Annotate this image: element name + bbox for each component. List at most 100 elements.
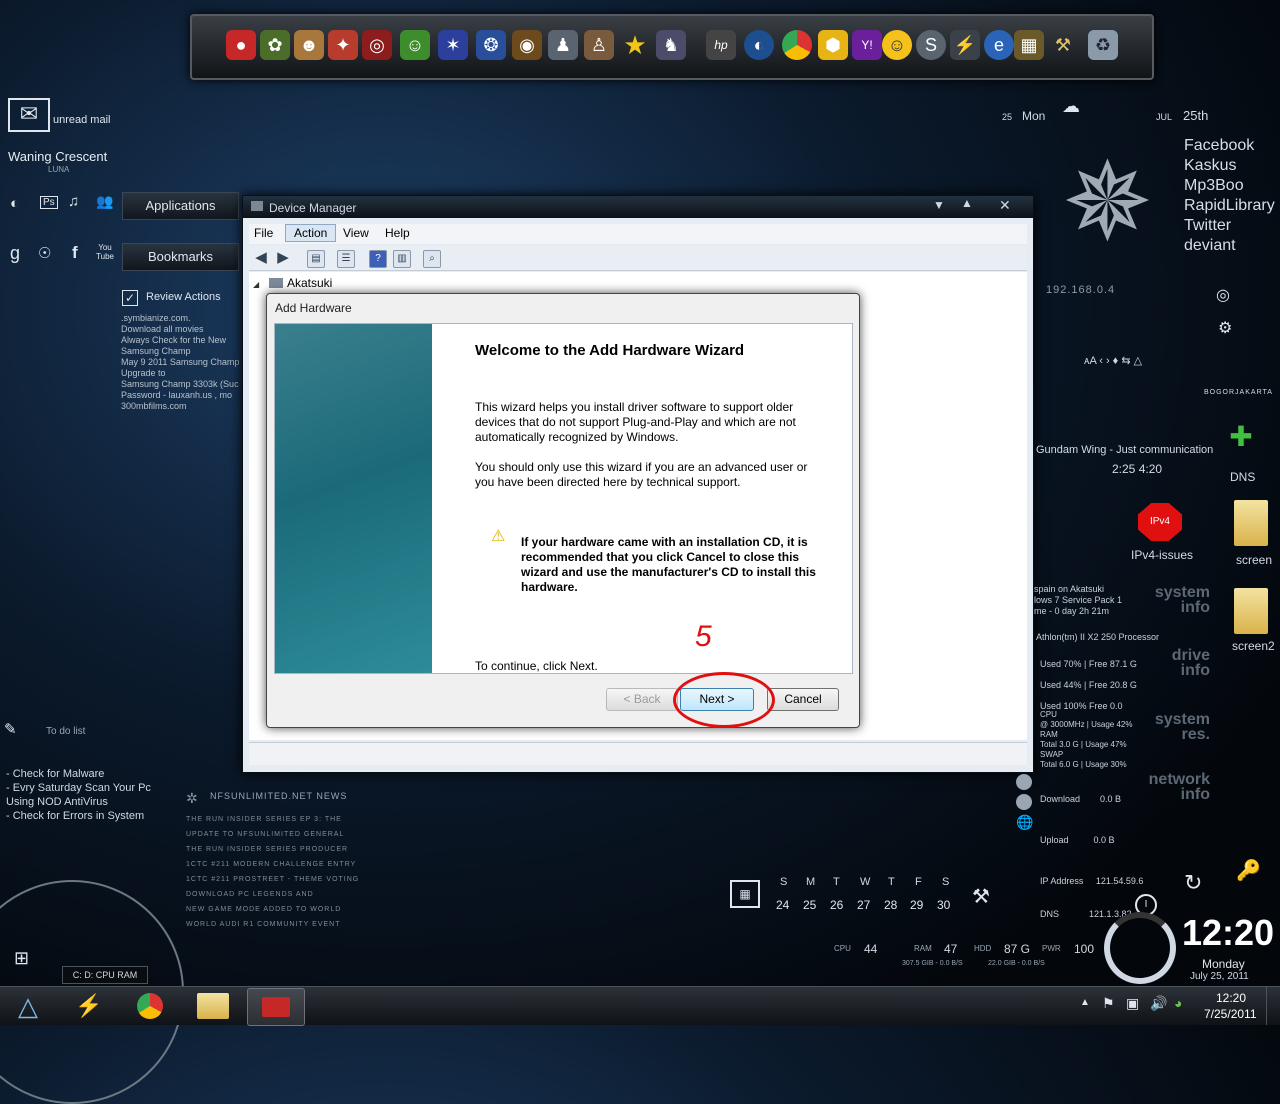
start-button[interactable]: △ bbox=[10, 989, 46, 1023]
news-item[interactable]: 1CTC #211 MODERN CHALLENGE ENTRY bbox=[186, 857, 359, 872]
game6-icon[interactable]: ◉ bbox=[512, 30, 542, 60]
list-icon[interactable]: ☰ bbox=[337, 250, 355, 268]
mail-icon[interactable]: ✉ bbox=[8, 98, 50, 132]
calendar-date[interactable]: 27 bbox=[857, 898, 870, 912]
tray-volume-icon[interactable]: 🔊 bbox=[1150, 995, 1167, 1012]
taskbar-date[interactable]: 7/25/2011 bbox=[1204, 1007, 1257, 1021]
link-twitter[interactable]: Twitter bbox=[1184, 216, 1275, 236]
news-item[interactable]: NEW GAME MODE ADDED TO WORLD bbox=[186, 902, 359, 917]
hp-icon[interactable]: hp bbox=[706, 30, 736, 60]
windows-logo-icon[interactable]: ⊞ bbox=[14, 948, 29, 969]
refresh-icon[interactable]: ↻ bbox=[1184, 870, 1202, 896]
link-facebook[interactable]: Facebook bbox=[1184, 136, 1275, 156]
media-controls[interactable]: ᴀA ‹ › ♦ ⇆ △ bbox=[1084, 354, 1142, 367]
facebook-icon[interactable]: f bbox=[72, 243, 78, 263]
properties-icon[interactable]: ▤ bbox=[307, 250, 325, 268]
calendar-date[interactable]: 26 bbox=[830, 898, 843, 912]
youtube-icon[interactable]: You Tube bbox=[96, 243, 114, 261]
ie-icon[interactable]: e bbox=[984, 30, 1014, 60]
users-icon[interactable]: 👥 bbox=[96, 193, 113, 210]
yahoo-icon[interactable]: Y! bbox=[852, 30, 882, 60]
game7-icon[interactable]: ♟ bbox=[548, 30, 578, 60]
skype-icon[interactable]: S bbox=[916, 30, 946, 60]
calendar-date[interactable]: 29 bbox=[910, 898, 923, 912]
tools-icon[interactable]: ⚒ bbox=[1048, 30, 1078, 60]
deviant-icon[interactable]: ☉ bbox=[38, 244, 51, 262]
unread-mail-label[interactable]: unread mail bbox=[53, 114, 110, 126]
news-item[interactable]: THE RUN INSIDER SERIES PRODUCER bbox=[186, 842, 359, 857]
ipv4-label[interactable]: IPv4-issues bbox=[1131, 548, 1193, 562]
news-item[interactable]: DOWNLOAD PC LEGENDS AND bbox=[186, 887, 359, 902]
game5-icon[interactable]: ❂ bbox=[476, 30, 506, 60]
flower-icon[interactable]: ✿ bbox=[260, 30, 290, 60]
taskbar-chrome-icon[interactable] bbox=[137, 993, 163, 1019]
game3-icon[interactable]: ◎ bbox=[362, 30, 392, 60]
cancel-button[interactable]: Cancel bbox=[767, 688, 839, 711]
help-icon[interactable]: ? bbox=[369, 250, 387, 268]
calendar-date[interactable]: 28 bbox=[884, 898, 897, 912]
star-icon[interactable]: ★ bbox=[620, 30, 650, 60]
calendar-date[interactable]: 25 bbox=[803, 898, 816, 912]
calendar-date[interactable]: 24 bbox=[776, 898, 789, 912]
music-icon[interactable]: ♫ bbox=[68, 193, 79, 210]
game8-icon[interactable]: ♙ bbox=[584, 30, 614, 60]
settings-gear-icon[interactable]: ◎ bbox=[1216, 285, 1230, 305]
tray-network-icon[interactable]: ▣ bbox=[1126, 995, 1139, 1012]
link-rapidlibrary[interactable]: RapidLibrary bbox=[1184, 196, 1275, 216]
applications-button[interactable]: Applications bbox=[122, 192, 239, 220]
calendar-date[interactable]: 30 bbox=[937, 898, 950, 912]
chrome-icon[interactable] bbox=[782, 30, 812, 60]
link-kaskus[interactable]: Kaskus bbox=[1184, 156, 1275, 176]
settings-gear2-icon[interactable]: ⚙ bbox=[1218, 318, 1232, 338]
details-icon[interactable]: ▥ bbox=[393, 250, 411, 268]
ipv4-badge-icon[interactable]: IPv4 bbox=[1138, 503, 1182, 541]
news-item[interactable]: 1CTC #211 PROSTREET - THEME VOTING bbox=[186, 872, 359, 887]
news-item[interactable]: UPDATE TO NFSUNLIMITED GENERAL bbox=[186, 827, 359, 842]
screen-folder-label[interactable]: screen bbox=[1236, 553, 1272, 567]
close-button[interactable]: ✕ bbox=[999, 197, 1011, 214]
minimize-button[interactable]: ▼ bbox=[933, 198, 945, 212]
game4-icon[interactable]: ✶ bbox=[438, 30, 468, 60]
news-item[interactable]: THE RUN INSIDER SERIES EP 3: THE bbox=[186, 812, 359, 827]
wizard-title[interactable]: Add Hardware bbox=[275, 301, 352, 315]
scan-hardware-icon[interactable]: ⌕ bbox=[423, 250, 441, 268]
firefox-icon[interactable]: ◐ bbox=[744, 30, 774, 60]
taskbar-winamp-icon[interactable]: ⚡ bbox=[74, 991, 104, 1021]
emoticon-icon[interactable]: ☺ bbox=[882, 30, 912, 60]
tray-flag-icon[interactable]: ⚑ bbox=[1102, 995, 1115, 1012]
key-icon[interactable]: 🔑 bbox=[1236, 858, 1261, 883]
device-manager-titlebar[interactable]: Device Manager ▼ ▲ ✕ bbox=[243, 196, 1033, 218]
google-icon[interactable]: g bbox=[10, 243, 20, 264]
tree-expand-icon[interactable]: ◢ bbox=[253, 280, 259, 289]
link-mp3boo[interactable]: Mp3Boo bbox=[1184, 176, 1275, 196]
alien-icon[interactable]: ☺ bbox=[400, 30, 430, 60]
game9-icon[interactable]: ♞ bbox=[656, 30, 686, 60]
menu-file[interactable]: File bbox=[254, 226, 273, 240]
show-desktop-button[interactable] bbox=[1266, 987, 1280, 1025]
game2-icon[interactable]: ✦ bbox=[328, 30, 358, 60]
screen2-folder-label[interactable]: screen2 bbox=[1232, 639, 1275, 653]
game1-icon[interactable]: ☻ bbox=[294, 30, 324, 60]
tray-globe-icon[interactable]: ◕ bbox=[1174, 995, 1182, 1011]
taskbar-time[interactable]: 12:20 bbox=[1216, 991, 1246, 1005]
dns-icon[interactable]: ✚ bbox=[1218, 420, 1264, 460]
recycle-icon[interactable]: ♻ bbox=[1088, 30, 1118, 60]
back-button[interactable]: < Back bbox=[606, 688, 678, 711]
firefox-small-icon[interactable]: ◐ bbox=[10, 195, 19, 212]
chip-icon[interactable]: ▦ bbox=[1014, 30, 1044, 60]
menu-action[interactable]: Action bbox=[285, 224, 337, 242]
bookmarks-button[interactable]: Bookmarks bbox=[122, 243, 239, 271]
folder2-icon[interactable] bbox=[1234, 588, 1268, 634]
tree-root-label[interactable]: Akatsuki bbox=[287, 276, 332, 290]
taskbar-device-manager-icon[interactable] bbox=[247, 988, 305, 1026]
forward-arrow-icon[interactable]: ▶ bbox=[275, 250, 291, 266]
angry-birds-icon[interactable]: ● bbox=[226, 30, 256, 60]
hex-icon[interactable]: ⬢ bbox=[818, 30, 848, 60]
back-arrow-icon[interactable]: ◀ bbox=[253, 250, 269, 266]
menu-help[interactable]: Help bbox=[385, 226, 410, 240]
folder-icon[interactable] bbox=[1234, 500, 1268, 546]
photoshop-icon[interactable]: Ps bbox=[40, 196, 58, 209]
menu-view[interactable]: View bbox=[343, 226, 369, 240]
lightning-icon[interactable]: ⚡ bbox=[950, 30, 980, 60]
tray-up-arrow-icon[interactable]: ▲ bbox=[1080, 997, 1090, 1008]
